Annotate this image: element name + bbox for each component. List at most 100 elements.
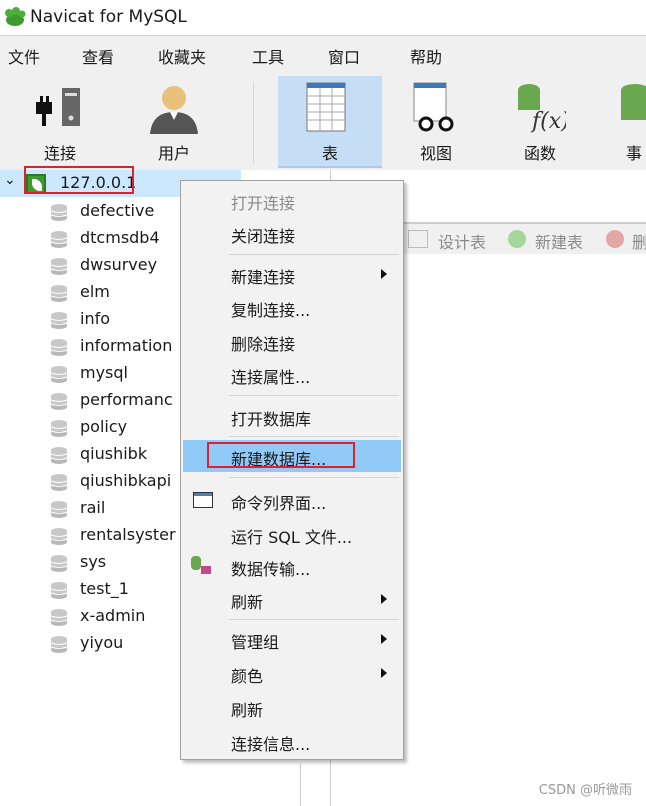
- menu-item-label: 刷新: [231, 701, 264, 720]
- design-table-button[interactable]: 设计表: [438, 229, 486, 253]
- toolbar-label: 连接: [43, 144, 76, 163]
- menu-item-refresh-2[interactable]: 刷新: [183, 691, 401, 723]
- menu-item-label: 命令列界面...: [231, 494, 327, 513]
- database-name: x-admin: [80, 606, 146, 625]
- database-icon: [50, 636, 68, 653]
- annotation-box: [207, 442, 355, 468]
- toolbar-label: 事: [626, 144, 643, 163]
- toolbar-function-button[interactable]: f(x) 函数: [494, 76, 586, 168]
- database-icon: [50, 231, 68, 248]
- toolbar-table-button[interactable]: 表: [278, 76, 382, 168]
- event-icon: [621, 84, 646, 120]
- database-name: test_1: [80, 579, 129, 598]
- main-toolbar: 连接 用户 表 视图 f(x) 函数 事: [0, 72, 646, 170]
- database-icon: [50, 501, 68, 518]
- console-icon: [193, 492, 213, 508]
- menu-separator: [229, 395, 399, 396]
- delete-table-button[interactable]: 删: [632, 229, 646, 253]
- menu-separator: [229, 619, 399, 620]
- menu-item-label: 管理组: [231, 633, 280, 652]
- design-table-icon: [408, 230, 428, 248]
- menu-item-label: 打开连接: [231, 194, 296, 213]
- menu-item-new-database[interactable]: 新建数据库...: [183, 440, 401, 472]
- database-name: qiushibkapi: [80, 471, 172, 490]
- toolbar-connection-button[interactable]: 连接: [14, 76, 106, 168]
- menu-item-open-connection[interactable]: 打开连接: [183, 184, 401, 216]
- database-name: yiyou: [80, 633, 124, 652]
- menu-separator: [229, 254, 399, 255]
- menu-item-connection-properties[interactable]: 连接属性...: [183, 358, 401, 390]
- menu-item-label: 新建连接: [231, 268, 296, 287]
- new-table-icon: [508, 230, 526, 248]
- chevron-down-icon[interactable]: ⌄: [4, 172, 16, 188]
- panel-divider: [300, 760, 301, 806]
- function-icon: f(x): [518, 84, 566, 134]
- menu-item-command-line[interactable]: 命令列界面...: [183, 484, 401, 516]
- menu-item-new-connection[interactable]: 新建连接: [183, 258, 401, 290]
- toolbar-label: 用户: [157, 144, 190, 163]
- database-icon: [50, 528, 68, 545]
- toolbar-label: 表: [321, 144, 338, 163]
- menu-item-label: 运行 SQL 文件...: [231, 528, 353, 547]
- menu-tools[interactable]: 工具: [252, 44, 284, 68]
- data-transfer-icon: [191, 556, 213, 576]
- database-name: sys: [80, 552, 107, 571]
- menu-item-connection-info[interactable]: 连接信息...: [183, 725, 401, 757]
- annotation-box: [24, 166, 134, 194]
- new-table-button[interactable]: 新建表: [535, 229, 583, 253]
- database-name: qiushibk: [80, 444, 148, 463]
- database-icon: [50, 582, 68, 599]
- database-icon: [50, 420, 68, 437]
- menu-item-label: 颜色: [231, 667, 264, 686]
- submenu-arrow-icon: [381, 634, 387, 644]
- menu-item-open-database[interactable]: 打开数据库: [183, 400, 401, 432]
- submenu-arrow-icon: [381, 269, 387, 279]
- database-icon: [50, 258, 68, 275]
- database-name: elm: [80, 282, 110, 301]
- menu-separator: [229, 477, 399, 478]
- menu-item-data-transfer[interactable]: 数据传输...: [183, 550, 401, 582]
- menu-item-duplicate-connection[interactable]: 复制连接...: [183, 291, 401, 323]
- database-name: mysql: [80, 363, 128, 382]
- database-name: information: [80, 336, 173, 355]
- menu-item-run-sql-file[interactable]: 运行 SQL 文件...: [183, 518, 401, 550]
- database-name: defective: [80, 201, 155, 220]
- database-name: dwsurvey: [80, 255, 158, 274]
- toolbar-label: 视图: [419, 144, 452, 163]
- menu-help[interactable]: 帮助: [410, 44, 442, 68]
- toolbar-event-button[interactable]: 事: [600, 76, 646, 168]
- menu-item-delete-connection[interactable]: 删除连接: [183, 325, 401, 357]
- watermark: CSDN @听微雨: [538, 783, 632, 798]
- menu-item-close-connection[interactable]: 关闭连接: [183, 217, 401, 249]
- menu-file[interactable]: 文件: [8, 44, 40, 68]
- database-icon: [50, 312, 68, 329]
- toolbar-label: 函数: [523, 144, 556, 163]
- toolbar-user-button[interactable]: 用户: [128, 76, 220, 168]
- navicat-logo-icon: [5, 7, 26, 26]
- menu-window[interactable]: 窗口: [328, 44, 360, 68]
- toolbar-divider: [253, 82, 254, 164]
- menu-favorites[interactable]: 收藏夹: [158, 44, 206, 68]
- title-bar: Navicat for MySQL: [0, 0, 646, 36]
- menu-item-color[interactable]: 颜色: [183, 657, 401, 689]
- object-toolbar: 设计表 新建表 删: [400, 222, 646, 254]
- connection-icon: [36, 88, 80, 126]
- menu-bar: 文件 查看 收藏夹 工具 窗口 帮助: [0, 36, 646, 72]
- database-icon: [50, 447, 68, 464]
- menu-item-label: 连接信息...: [231, 735, 311, 754]
- database-icon: [50, 555, 68, 572]
- database-icon: [50, 393, 68, 410]
- database-icon: [50, 285, 68, 302]
- menu-item-manage-group[interactable]: 管理组: [183, 623, 401, 655]
- menu-separator: [229, 436, 399, 437]
- user-icon: [150, 86, 198, 134]
- menu-item-label: 刷新: [231, 593, 264, 612]
- menu-item-label: 连接属性...: [231, 368, 311, 387]
- toolbar-view-button[interactable]: 视图: [390, 76, 482, 168]
- submenu-arrow-icon: [381, 594, 387, 604]
- menu-item-label: 数据传输...: [231, 560, 311, 579]
- context-menu: 打开连接关闭连接新建连接复制连接... 删除连接连接属性... 打开数据库新建数据库…: [180, 180, 404, 760]
- menu-item-refresh[interactable]: 刷新: [183, 583, 401, 615]
- menu-view[interactable]: 查看: [82, 44, 114, 68]
- database-name: info: [80, 309, 111, 328]
